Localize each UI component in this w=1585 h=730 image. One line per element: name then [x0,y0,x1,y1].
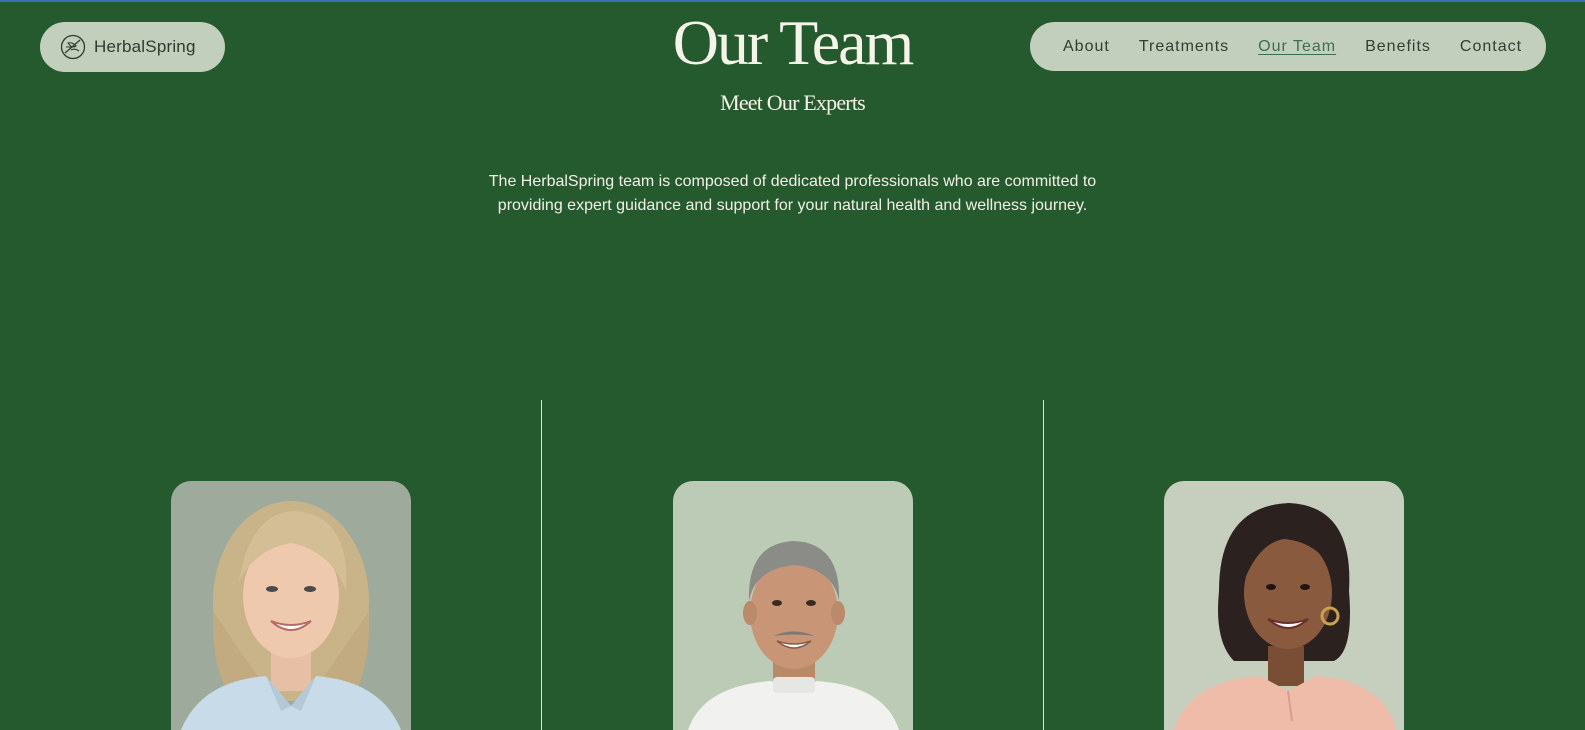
nav-about[interactable]: About [1063,38,1110,56]
nav-contact[interactable]: Contact [1460,38,1522,56]
main-navigation: About Treatments Our Team Benefits Conta… [1030,22,1546,71]
nav-benefits[interactable]: Benefits [1365,38,1431,56]
column-divider [1043,400,1044,730]
team-member-2-photo [673,481,913,730]
team-member-3-photo [1164,481,1404,730]
page-subtitle: Meet Our Experts [720,90,866,115]
team-description: The HerbalSpring team is composed of ded… [488,173,1097,214]
nav-our-team[interactable]: Our Team [1258,38,1336,56]
top-border [0,0,1585,2]
column-divider [541,400,542,730]
nav-treatments[interactable]: Treatments [1139,38,1229,56]
team-member-1-photo [171,481,411,730]
